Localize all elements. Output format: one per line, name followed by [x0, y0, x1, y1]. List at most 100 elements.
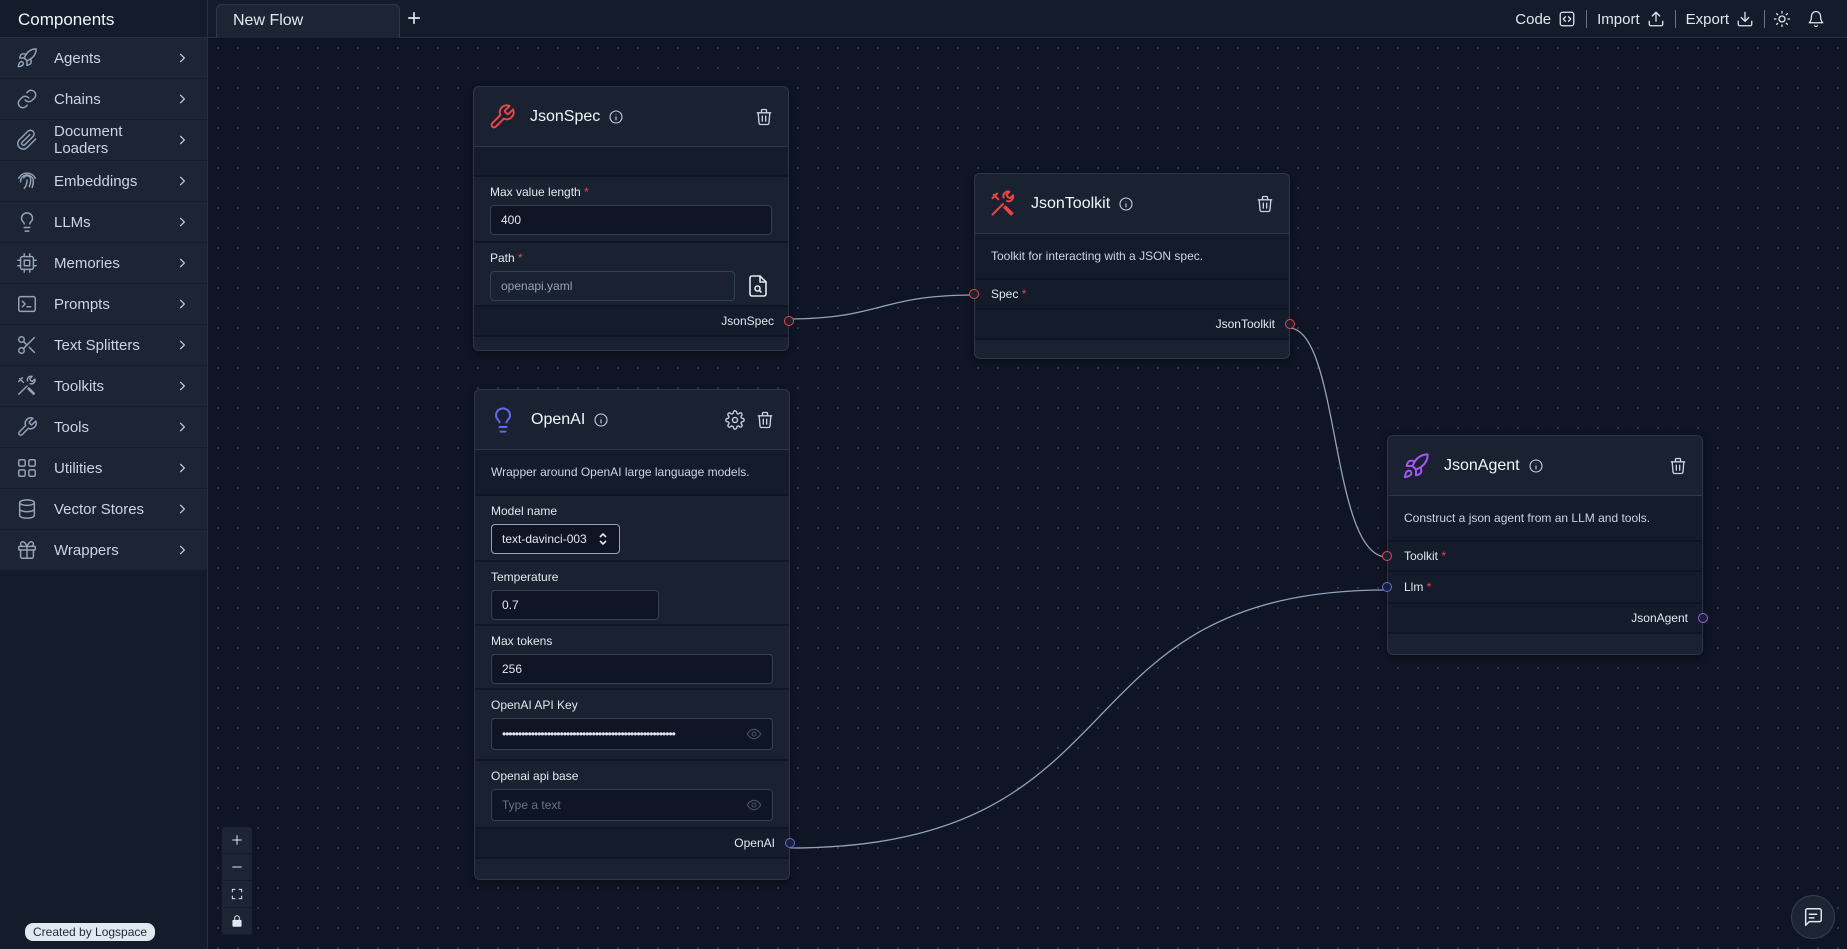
download-icon — [1737, 11, 1753, 27]
node-title: OpenAI — [531, 410, 586, 428]
field-label: Openai api base — [491, 769, 579, 783]
plus-icon — [232, 835, 242, 845]
node-jsonagent[interactable]: JsonAgent Construct a json agent from an… — [1382, 435, 1708, 655]
field-path: Path * openapi.yaml — [474, 241, 788, 305]
trash-icon[interactable] — [1255, 194, 1275, 214]
eye-icon[interactable] — [746, 726, 762, 742]
info-icon[interactable] — [1118, 196, 1134, 212]
trash-icon[interactable] — [755, 410, 775, 430]
sidebar-item-label: LLMs — [54, 213, 91, 231]
chevron-right-icon — [175, 51, 189, 65]
chevron-right-icon — [175, 174, 189, 188]
output-handle[interactable] — [785, 838, 795, 848]
file-search-button[interactable] — [746, 273, 772, 301]
database-icon — [14, 498, 40, 520]
field-max-tokens: Max tokens 256 — [475, 624, 789, 688]
input-label: Llm — [1404, 580, 1424, 594]
add-tab-button[interactable] — [404, 8, 426, 30]
output-handle[interactable] — [1285, 319, 1295, 329]
node-jsontoolkit[interactable]: JsonToolkit Toolkit for interacting with… — [969, 173, 1295, 359]
sidebar-item-vector-stores[interactable]: Vector Stores — [0, 489, 207, 530]
required-marker: * — [1021, 287, 1027, 301]
field-max-value-length: Max value length * 400 — [474, 175, 788, 241]
input-handle[interactable] — [969, 289, 979, 299]
sidebar-item-tools[interactable]: Tools — [0, 407, 207, 448]
created-by-badge[interactable]: Created by Logspace — [25, 923, 156, 941]
sidebar-item-prompts[interactable]: Prompts — [0, 284, 207, 325]
zoom-out-button[interactable] — [222, 854, 252, 881]
sidebar-item-agents[interactable]: Agents — [0, 38, 207, 79]
input-handle[interactable] — [1382, 551, 1392, 561]
field-label: Max tokens — [491, 634, 553, 648]
fit-view-button[interactable] — [222, 881, 252, 908]
required-marker: * — [1426, 580, 1432, 594]
code-label: Code — [1515, 10, 1552, 28]
trash-icon[interactable] — [1668, 456, 1688, 476]
theme-toggle-button[interactable] — [1765, 10, 1799, 28]
sidebar-item-llms[interactable]: LLMs — [0, 202, 207, 243]
api-key-value: ••••••••••••••••••••••••••••••••••••••••… — [502, 727, 676, 741]
import-label: Import — [1597, 10, 1640, 28]
wrench-icon — [488, 103, 516, 131]
max-tokens-input[interactable]: 256 — [491, 654, 773, 684]
path-input[interactable]: openapi.yaml — [490, 271, 735, 301]
input-handle[interactable] — [1382, 582, 1392, 592]
max-value-length-input[interactable]: 400 — [490, 205, 772, 235]
sidebar-item-text-splitters[interactable]: Text Splitters — [0, 325, 207, 366]
code-button[interactable]: Code — [1505, 10, 1586, 28]
api-base-input[interactable]: Type a text — [491, 789, 773, 821]
node-header[interactable]: OpenAI — [475, 390, 789, 450]
node-header[interactable]: JsonToolkit — [975, 174, 1289, 234]
sidebar-item-wrappers[interactable]: Wrappers — [0, 530, 207, 571]
field-label: Temperature — [491, 570, 559, 584]
lock-button[interactable] — [222, 908, 252, 935]
gear-icon[interactable] — [725, 409, 745, 430]
api-key-input[interactable]: ••••••••••••••••••••••••••••••••••••••••… — [491, 718, 773, 750]
node-header[interactable]: JsonSpec — [474, 87, 788, 147]
field-openai-api-base: Openai api base Type a text — [475, 759, 789, 827]
sidebar-item-document-loaders[interactable]: Document Loaders — [0, 120, 207, 161]
link-icon — [14, 88, 40, 110]
cpu-icon — [14, 252, 40, 274]
output-handle[interactable] — [784, 316, 794, 326]
top-bar: New Flow Code Import Export — [208, 0, 1847, 38]
node-description — [474, 147, 788, 175]
tab-new-flow[interactable]: New Flow — [216, 4, 400, 38]
sidebar-item-toolkits[interactable]: Toolkits — [0, 366, 207, 407]
output-jsonagent: JsonAgent — [1388, 602, 1708, 634]
node-header[interactable]: JsonAgent — [1388, 436, 1702, 496]
node-openai[interactable]: OpenAI Wrapper around OpenAI large langu… — [474, 389, 795, 880]
import-button[interactable]: Import — [1587, 10, 1675, 28]
scissors-icon — [14, 334, 40, 356]
sidebar-item-embeddings[interactable]: Embeddings — [0, 161, 207, 202]
temperature-input[interactable]: 0.7 — [491, 590, 659, 620]
output-label: JsonAgent — [1631, 611, 1688, 625]
output-handle[interactable] — [1698, 613, 1708, 623]
select-value: text-davinci-003 — [502, 532, 587, 546]
notifications-button[interactable] — [1799, 10, 1833, 28]
terminal-icon — [14, 293, 40, 315]
info-icon[interactable] — [593, 412, 609, 428]
field-model-name: Model name text-davinci-003 — [475, 494, 789, 560]
sidebar-item-label: Vector Stores — [54, 500, 145, 518]
node-description: Toolkit for interacting with a JSON spec… — [975, 234, 1289, 278]
required-marker: * — [584, 185, 589, 199]
node-title: JsonToolkit — [1031, 194, 1111, 212]
export-button[interactable]: Export — [1676, 10, 1764, 28]
sidebar-item-chains[interactable]: Chains — [0, 79, 207, 120]
node-description: Wrapper around OpenAI large language mod… — [475, 450, 789, 494]
output-label: OpenAI — [734, 836, 775, 850]
model-name-select[interactable]: text-davinci-003 — [491, 524, 620, 554]
info-icon[interactable] — [608, 109, 624, 125]
sun-icon — [1773, 10, 1791, 28]
sidebar-item-label: Tools — [54, 418, 90, 436]
info-icon[interactable] — [1528, 458, 1544, 474]
trash-icon[interactable] — [754, 107, 774, 127]
chat-button[interactable] — [1791, 895, 1835, 939]
sidebar-item-utilities[interactable]: Utilities — [0, 448, 207, 489]
node-jsonspec[interactable]: JsonSpec Max value length * 400 Path * o… — [473, 86, 794, 351]
chevron-right-icon — [175, 338, 189, 352]
zoom-in-button[interactable] — [222, 827, 252, 854]
eye-icon[interactable] — [746, 797, 762, 813]
sidebar-item-memories[interactable]: Memories — [0, 243, 207, 284]
